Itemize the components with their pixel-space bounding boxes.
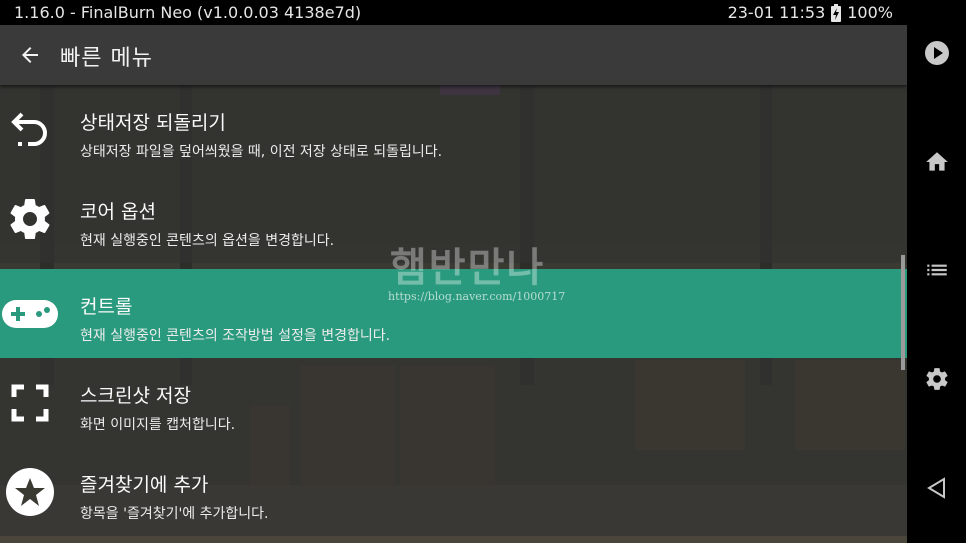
- menu-item-subtitle: 항목을 '즐겨찾기'에 추가합니다.: [80, 506, 269, 522]
- status-bar: 1.16.0 - FinalBurn Neo (v1.0.0.03 4138e7…: [0, 0, 907, 25]
- star-icon: [0, 467, 60, 517]
- app-bar: 빠른 메뉴: [0, 25, 907, 85]
- battery-charging-icon: [831, 3, 842, 22]
- arrow-left-icon: [22, 47, 38, 63]
- watermark-url: https://blog.naver.com/1000717: [388, 290, 566, 303]
- page-title: 빠른 메뉴: [60, 46, 153, 71]
- menu-item-add-to-favorites[interactable]: 즐겨찾기에 추가 항목을 '즐겨찾기'에 추가합니다.: [0, 447, 907, 536]
- menu-item-title: 코어 옵션: [80, 201, 156, 223]
- play-icon: [925, 41, 949, 65]
- quick-menu-content: 상태저장 되돌리기 상태저장 파일을 덮어씌웠을 때, 이전 저장 상태로 되돌…: [0, 85, 907, 543]
- menu-item-title: 상태저장 되돌리기: [80, 112, 226, 134]
- menu-item-subtitle: 화면 이미지를 캡처합니다.: [80, 417, 236, 433]
- menu-item-title: 즐겨찾기에 추가: [80, 474, 209, 496]
- menu-item-subtitle: 현재 실행중인 콘텐츠의 조작방법 설정을 변경합니다.: [80, 328, 391, 344]
- home-icon: [926, 152, 948, 171]
- list-button[interactable]: [917, 250, 957, 290]
- menu-item-title: 컨트롤: [80, 296, 133, 318]
- watermark-text: 햄반만나: [390, 245, 546, 291]
- scrollbar[interactable]: [901, 255, 905, 370]
- status-right: 23-01 11:53 100%: [728, 3, 893, 22]
- menu-item-undo-save-state[interactable]: 상태저장 되돌리기 상태저장 파일을 덮어씌웠을 때, 이전 저장 상태로 되돌…: [0, 85, 907, 174]
- back-triangle-icon: [927, 477, 945, 499]
- menu-item-title: 스크린샷 저장: [80, 385, 191, 407]
- app-version-text: 1.16.0 - FinalBurn Neo (v1.0.0.03 4138e7…: [14, 3, 362, 22]
- list-icon: [927, 264, 947, 276]
- clock-text: 23-01 11:53: [727, 3, 826, 22]
- menu-item-subtitle: 상태저장 파일을 덮어씌웠을 때, 이전 저장 상태로 되돌립니다.: [80, 144, 443, 160]
- undo-icon: [0, 105, 60, 155]
- system-back-button[interactable]: [917, 468, 957, 508]
- gamepad-icon: [0, 289, 60, 339]
- back-button[interactable]: [8, 33, 52, 77]
- home-button[interactable]: [917, 142, 957, 182]
- menu-item-take-screenshot[interactable]: 스크린샷 저장 화면 이미지를 캡처합니다.: [0, 358, 907, 447]
- navigation-bar: [907, 0, 966, 543]
- menu-item-subtitle: 현재 실행중인 콘텐츠의 옵션을 변경합니다.: [80, 233, 335, 249]
- battery-percent-text: 100%: [847, 3, 893, 22]
- screenshot-icon: [0, 378, 60, 428]
- gear-icon: [0, 194, 60, 244]
- resume-button[interactable]: [917, 33, 957, 73]
- settings-button[interactable]: [917, 359, 957, 399]
- gear-icon: [926, 368, 948, 390]
